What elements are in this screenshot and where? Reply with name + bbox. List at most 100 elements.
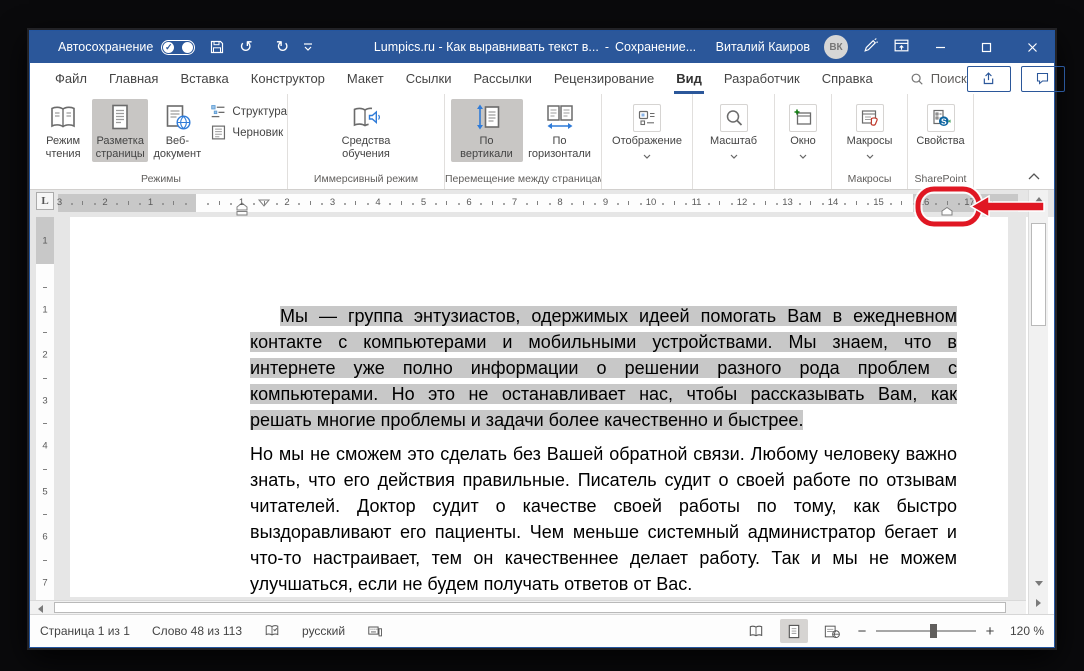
document-page[interactable]: Мы — группа энтузиастов, одержимых идеей… — [70, 217, 1008, 597]
zoom-control: − + — [856, 623, 996, 640]
scroll-left-icon[interactable] — [38, 605, 43, 613]
chevron-down-icon — [799, 150, 807, 156]
ruler-tick — [310, 201, 311, 205]
paragraph[interactable]: Мы — группа энтузиастов, одержимых идеей… — [250, 303, 957, 433]
ribbon-group-label: Макросы — [832, 172, 907, 189]
zoom-out-button[interactable]: − — [856, 623, 868, 640]
minimize-button[interactable] — [924, 31, 956, 63]
maximize-button[interactable] — [970, 31, 1002, 63]
page-indicator[interactable]: Страница 1 из 1 — [40, 624, 130, 638]
horizontal-icon — [545, 102, 575, 132]
read-mode-view-button[interactable] — [742, 619, 770, 643]
close-button[interactable] — [1016, 31, 1048, 63]
zoom-slider-thumb[interactable] — [930, 624, 937, 638]
doc-line: что-то настраивает, тем он качественнее … — [250, 545, 957, 571]
horizontal-scrollbar[interactable] — [30, 600, 1026, 614]
word-count[interactable]: Слово 48 из 113 — [152, 624, 242, 638]
ribbon-button-window-new[interactable]: Окно — [780, 99, 827, 157]
doc-line: компьютерами. Но это не останавливает на… — [250, 381, 957, 407]
ribbon-button-properties[interactable]: SСвойства — [913, 99, 969, 149]
vertical-ruler[interactable]: 11234567 — [36, 217, 54, 600]
tab-stop-selector[interactable]: L — [36, 192, 54, 210]
avatar[interactable]: ВК — [824, 35, 848, 59]
tab-Конструктор[interactable]: Конструктор — [240, 63, 336, 94]
proofing-status[interactable] — [264, 623, 280, 639]
paragraph[interactable]: Но мы не сможем это сделать без Вашей об… — [250, 441, 957, 597]
doc-line-text: выздоравливают его пациенты. Чем меньше … — [250, 522, 957, 542]
undo-button[interactable]: ↺ — [239, 39, 261, 55]
ruler-number: 6 — [42, 532, 47, 543]
redo-button[interactable]: ↻ — [276, 39, 289, 55]
print-layout-view-button[interactable] — [780, 619, 808, 643]
undo-icon: ↺ — [239, 39, 252, 55]
language-indicator[interactable]: русский — [302, 624, 345, 638]
ruler-number: 11 — [692, 197, 702, 208]
customize-qat-button[interactable] — [303, 43, 313, 51]
ribbon-button-print-layout[interactable]: Разметкастраницы — [92, 99, 148, 162]
close-icon — [1027, 42, 1038, 53]
vertical-scroll-thumb[interactable] — [1031, 223, 1046, 326]
ribbon-button-show[interactable]: Отображение — [607, 99, 688, 157]
ruler-text-area — [196, 194, 913, 212]
ruler-tick — [367, 203, 369, 205]
ruler-number: 5 — [421, 197, 426, 208]
ruler-number: 16 — [919, 197, 930, 208]
ribbon-group-label: Перемещение между страницами — [445, 172, 601, 189]
ruler-tick — [43, 287, 47, 288]
ribbon-button-outline[interactable]: Структура — [210, 103, 287, 120]
tab-Разработчик[interactable]: Разработчик — [713, 63, 811, 94]
ruler-tick — [230, 203, 232, 205]
ruler-tick — [43, 469, 47, 470]
tab-Главная[interactable]: Главная — [98, 63, 169, 94]
zoom-level[interactable]: 120 % — [1006, 624, 1044, 638]
zoom-slider[interactable] — [876, 630, 976, 632]
ribbon-button-horizontal[interactable]: Погоризонтали — [524, 99, 596, 162]
share-button[interactable] — [967, 66, 1011, 92]
web-layout-view-button[interactable] — [818, 619, 846, 643]
ribbon-button-zoom-lens[interactable]: Масштаб — [698, 99, 770, 157]
ribbon-button-web-layout[interactable]: Веб-документ — [149, 99, 205, 162]
scroll-up-button[interactable] — [1031, 192, 1046, 207]
input-mode-indicator[interactable] — [367, 623, 383, 639]
zoom-in-button[interactable]: + — [984, 623, 996, 640]
ribbon-button-label: документ — [154, 148, 202, 161]
scroll-down-icon — [1035, 581, 1043, 586]
title-bar[interactable]: Автосохранение ✓ ↺ ↻ Lumpics.ru - Как — [30, 31, 1054, 63]
horizontal-ruler[interactable]: 1231234567891011121314151617 — [58, 194, 1018, 212]
ribbon-group-label — [693, 172, 774, 189]
tab-Рассылки[interactable]: Рассылки — [462, 63, 542, 94]
ruler-tick — [731, 203, 733, 205]
collapse-ribbon-button[interactable] — [1028, 167, 1040, 185]
comments-button[interactable] — [1021, 66, 1065, 92]
tab-Вид[interactable]: Вид — [665, 63, 713, 94]
ruler-number: 13 — [782, 197, 793, 208]
ribbon-button-learning[interactable]: Средстваобучения — [337, 99, 395, 162]
tab-Вставка[interactable]: Вставка — [169, 63, 239, 94]
tab-Файл[interactable]: Файл — [44, 63, 98, 94]
ribbon-button-draft[interactable]: Черновик — [210, 124, 287, 141]
ink-pen-button[interactable] — [862, 37, 879, 57]
ribbon-button-read-mode[interactable]: Режимчтения — [35, 99, 91, 162]
read-mode-icon — [48, 102, 78, 132]
vertical-scrollbar[interactable] — [1028, 190, 1048, 614]
tab-Макет[interactable]: Макет — [336, 63, 395, 94]
ribbon-display-options-icon — [893, 37, 910, 54]
autosave-control[interactable]: Автосохранение ✓ — [58, 40, 195, 55]
ruler-tick — [640, 203, 642, 205]
search-control[interactable]: Поиск — [910, 63, 967, 94]
autosave-toggle[interactable]: ✓ — [161, 40, 195, 55]
ribbon-display-options-button[interactable] — [893, 37, 910, 57]
tab-Ссылки[interactable]: Ссылки — [395, 63, 463, 94]
ribbon-button-label: Макросы — [847, 135, 893, 148]
tab-Справка[interactable]: Справка — [811, 63, 884, 94]
ruler-number: 1 — [42, 235, 47, 246]
ribbon-button-macros[interactable]: Макросы — [837, 99, 903, 157]
scroll-down-button[interactable] — [1031, 576, 1046, 591]
ribbon-group-label: Иммерсивный режим — [288, 172, 444, 189]
show-icon — [633, 104, 661, 132]
save-button[interactable] — [209, 39, 225, 55]
next-page-button[interactable] — [1031, 595, 1046, 610]
ribbon-button-vertical[interactable]: Повертикали — [451, 99, 523, 162]
horizontal-scroll-thumb[interactable] — [54, 602, 1006, 613]
tab-Рецензирование[interactable]: Рецензирование — [543, 63, 665, 94]
